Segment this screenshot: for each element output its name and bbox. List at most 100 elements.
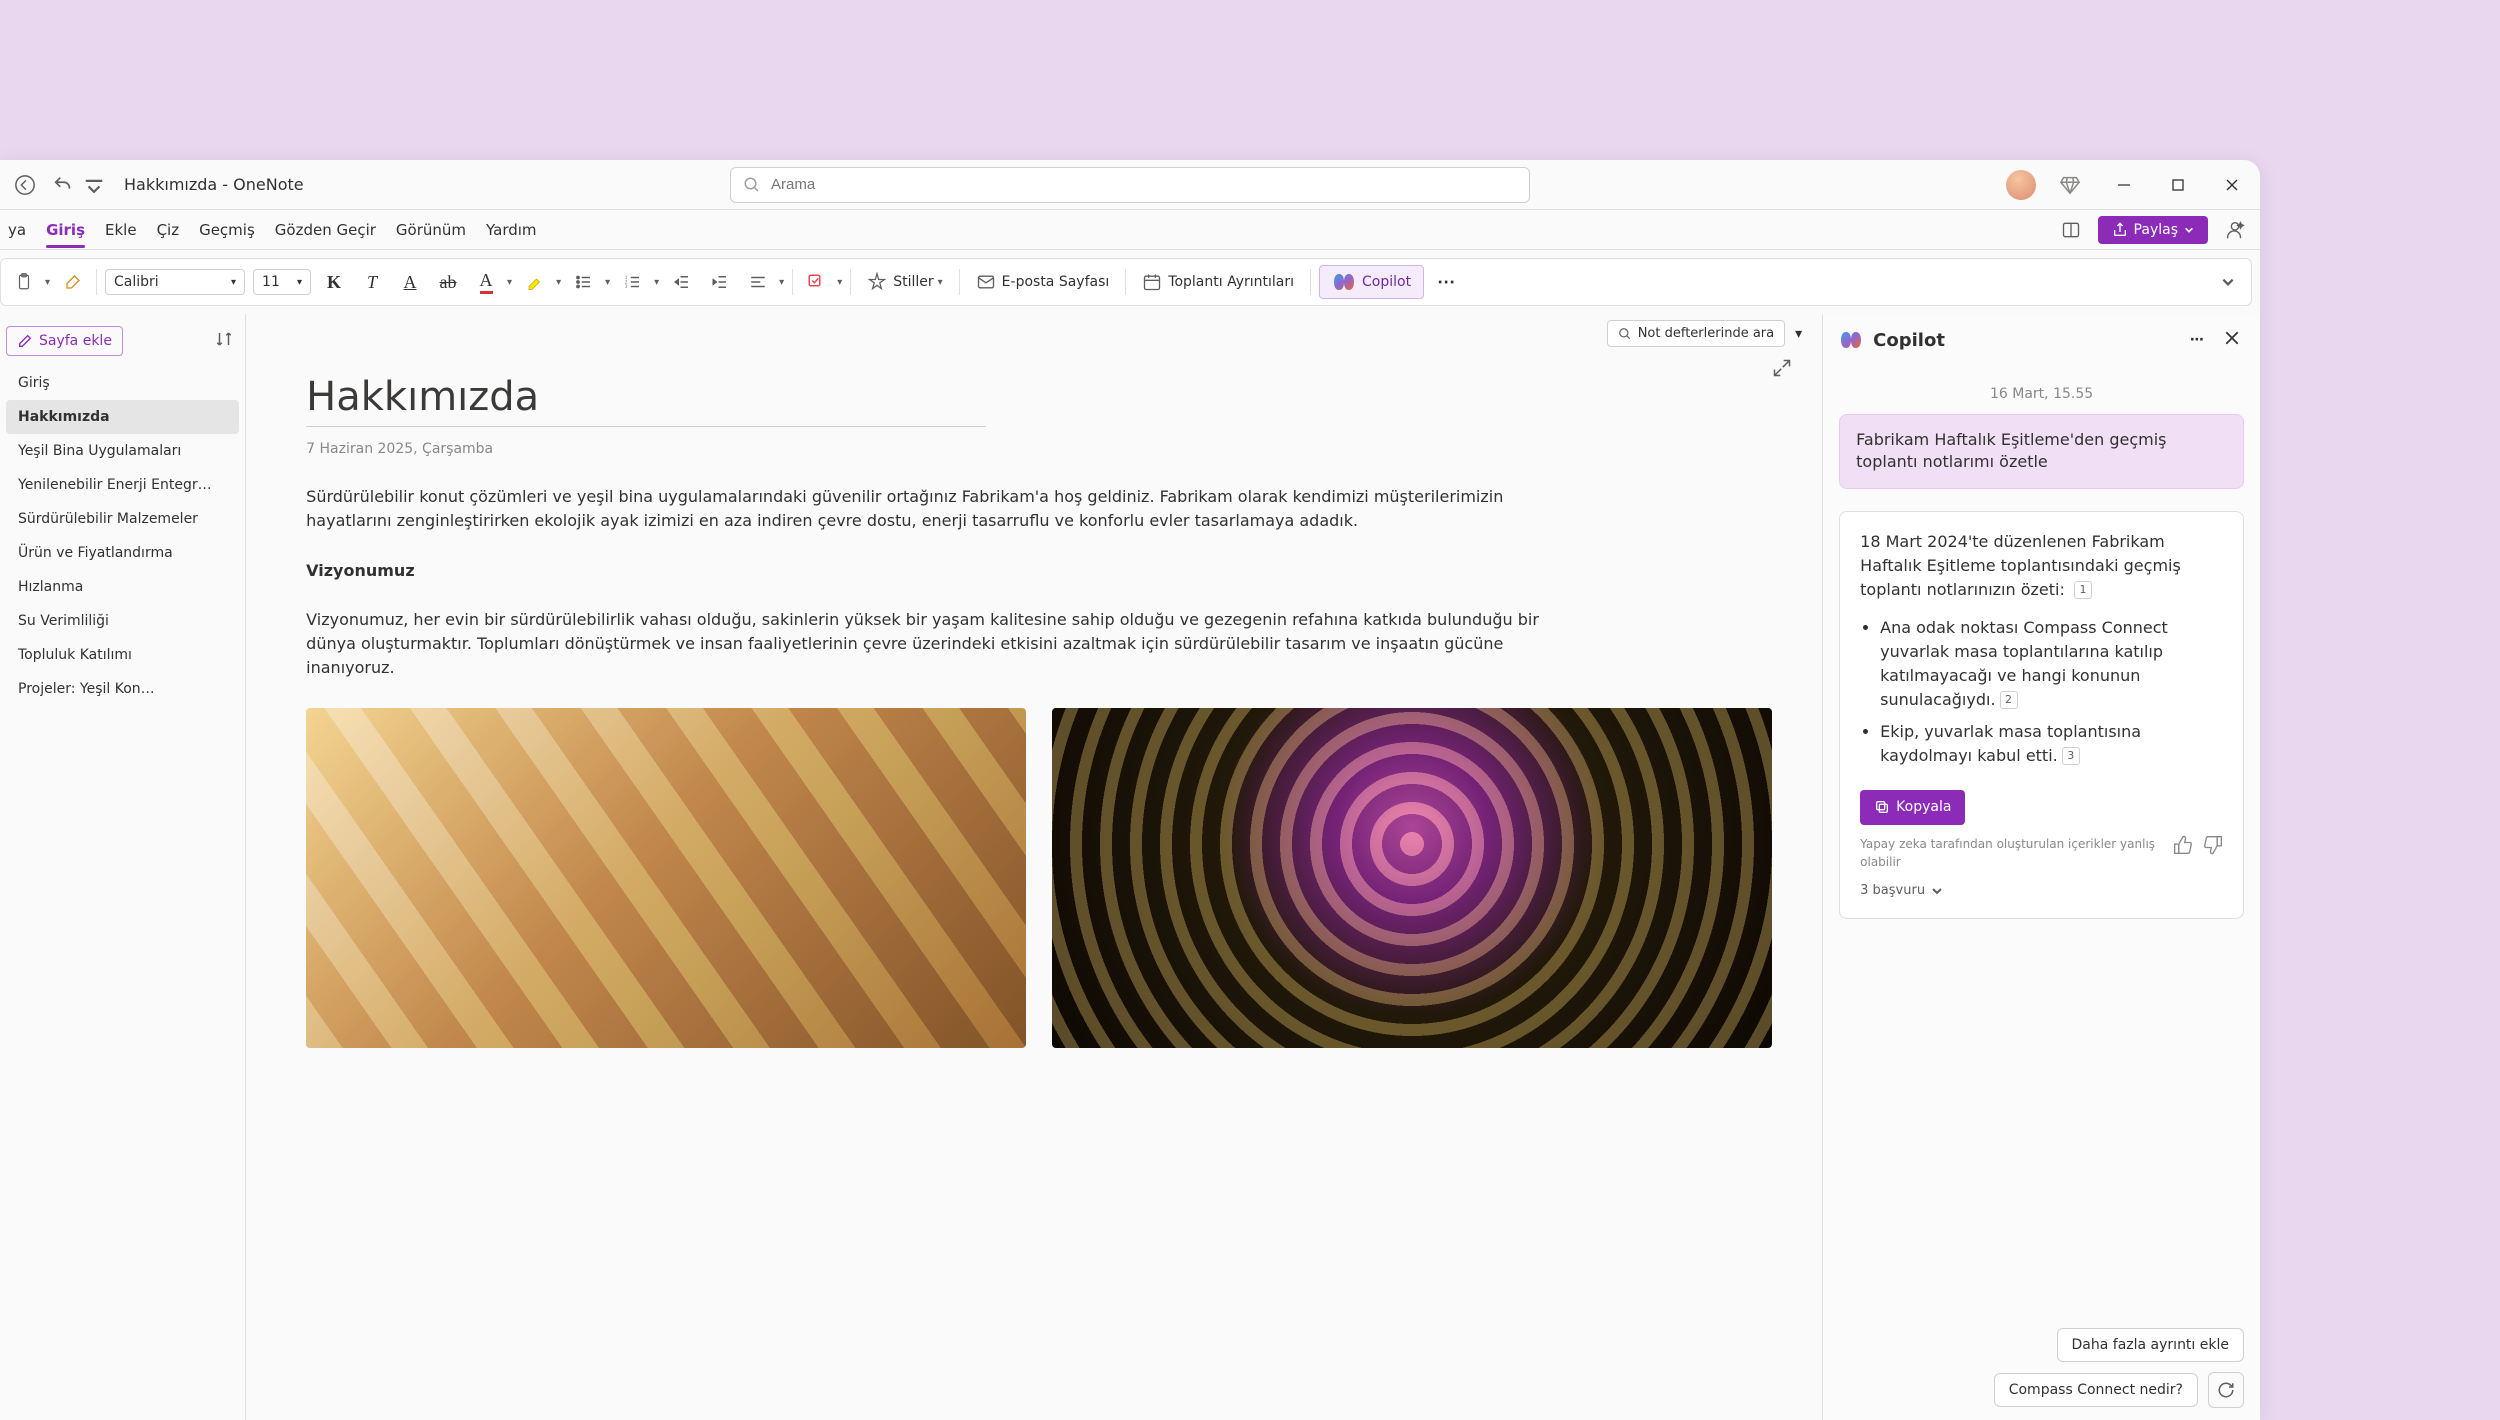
document-body[interactable]: Hakkımızda 7 Haziran 2025, Çarşamba Sürd… — [246, 314, 1822, 1420]
page-list-item[interactable]: Su Verimliliği — [6, 604, 239, 638]
chevron-down-icon[interactable]: ▾ — [837, 277, 842, 288]
chevron-down-icon[interactable]: ▾ — [654, 277, 659, 288]
vision-paragraph[interactable]: Vizyonumuz, her evin bir sürdürülebilirl… — [306, 608, 1586, 680]
ref-badge[interactable]: 1 — [2074, 581, 2092, 599]
ribbon-tab[interactable]: ya — [8, 213, 26, 247]
intro-paragraph[interactable]: Sürdürülebilir konut çözümleri ve yeşil … — [306, 485, 1586, 533]
underline-button[interactable]: A — [395, 267, 425, 297]
back-button[interactable] — [8, 168, 42, 202]
user-avatar[interactable] — [2006, 170, 2036, 200]
more-commands-button[interactable]: ⋯ — [1432, 267, 1462, 297]
page-list-item[interactable]: Topluluk Katılımı — [6, 638, 239, 672]
page-title[interactable]: Hakkımızda — [306, 374, 1772, 420]
bold-button[interactable]: K — [319, 267, 349, 297]
format-painter-button[interactable] — [58, 267, 88, 297]
copilot-close-button[interactable] — [2220, 326, 2244, 354]
add-page-button[interactable]: Sayfa ekle — [6, 326, 123, 356]
search-box[interactable] — [730, 167, 1530, 203]
page-list-item[interactable]: Hakkımızda — [6, 400, 239, 434]
thumbs-down-button[interactable] — [2203, 835, 2223, 862]
vision-heading[interactable]: Vizyonumuz — [306, 561, 1772, 580]
image-dome-architecture[interactable] — [1052, 708, 1772, 1048]
copilot-header: Copilot ⋯ — [1823, 314, 2260, 366]
edit-icon — [17, 333, 33, 349]
calendar-icon — [1142, 272, 1162, 292]
meeting-details-button[interactable]: Toplantı Ayrıntıları — [1134, 268, 1302, 296]
premium-icon[interactable] — [2050, 165, 2090, 205]
canvas-area: Not defterlerinde ara ▾ Hakkımızda 7 Haz… — [246, 314, 1822, 1420]
page-list-item[interactable]: Yeşil Bina Uygulamaları — [6, 434, 239, 468]
reading-view-button[interactable] — [2054, 213, 2088, 247]
customize-qat-button[interactable] — [84, 168, 104, 202]
bullet-list-button[interactable] — [569, 267, 599, 297]
chevron-down-icon[interactable]: ▾ — [605, 277, 610, 288]
copilot-more-button[interactable]: ⋯ — [2186, 328, 2210, 352]
page-list-item[interactable]: Projeler: Yeşil Kon… — [6, 672, 239, 706]
ribbon-tab[interactable]: Gözden Geçir — [275, 213, 376, 247]
chevron-down-icon[interactable]: ▾ — [1795, 326, 1802, 342]
search-notebooks-button[interactable]: Not defterlerinde ara — [1607, 320, 1785, 347]
font-color-button[interactable]: A — [471, 267, 501, 297]
ref-badge[interactable]: 2 — [2000, 691, 2018, 709]
ribbon-tab[interactable]: Giriş — [46, 213, 85, 247]
highlight-button[interactable] — [520, 267, 550, 297]
ribbon-tabs: ya Giriş Ekle Çiz Geçmiş Gözden Geçir Görünüm Y… — [0, 210, 2260, 250]
increase-indent-button[interactable] — [705, 267, 735, 297]
titlebar: Hakkımızda - OneNote — [0, 160, 2260, 210]
share-label: Paylaş — [2134, 222, 2178, 238]
copilot-toolbar-button[interactable]: Copilot — [1319, 265, 1424, 299]
italic-button[interactable]: T — [357, 267, 387, 297]
ribbon-tab[interactable]: Yardım — [486, 213, 537, 247]
expand-button[interactable] — [1772, 358, 1792, 382]
paste-button[interactable] — [9, 267, 39, 297]
styles-icon — [867, 272, 887, 292]
refresh-suggestions-button[interactable] — [2208, 1372, 2244, 1408]
copy-button[interactable]: Kopyala — [1860, 790, 1965, 825]
page-list-item[interactable]: Sürdürülebilir Malzemeler — [6, 502, 239, 536]
page-list-item[interactable]: Ürün ve Fiyatlandırma — [6, 536, 239, 570]
ribbon-tab[interactable]: Ekle — [105, 213, 137, 247]
copilot-pane: Copilot ⋯ 16 Mart, 15.55 Fabrikam Haftal… — [1822, 314, 2260, 1420]
maximize-button[interactable] — [2158, 165, 2198, 205]
page-list-item[interactable]: Yenilenebilir Enerji Entegr… — [6, 468, 239, 502]
suggestion-chip[interactable]: Daha fazla ayrıntı ekle — [2057, 1328, 2244, 1362]
image-wood-architecture[interactable] — [306, 708, 1026, 1048]
thumbs-up-button[interactable] — [2173, 835, 2193, 862]
sort-button[interactable] — [215, 330, 233, 352]
references-toggle[interactable]: 3 başvuru — [1860, 881, 2223, 901]
align-button[interactable] — [743, 267, 773, 297]
todo-tag-button[interactable] — [801, 267, 831, 297]
font-name-select[interactable]: Calibri▾ — [105, 269, 245, 295]
ribbon-tab[interactable]: Geçmiş — [199, 213, 255, 247]
font-size-select[interactable]: 11▾ — [253, 269, 311, 295]
chevron-down-icon[interactable]: ▾ — [556, 277, 561, 288]
chevron-down-icon[interactable]: ▾ — [45, 277, 50, 288]
formatting-toolbar: ▾ Calibri▾ 11▾ K T A ab A ▾ ▾ ▾ 123 ▾ ▾ … — [0, 258, 2252, 306]
chevron-down-icon[interactable]: ▾ — [507, 277, 512, 288]
email-page-button[interactable]: E-posta Sayfası — [968, 268, 1118, 296]
copilot-icon — [1332, 270, 1356, 294]
ribbon-tab[interactable]: Çiz — [157, 213, 180, 247]
minimize-button[interactable] — [2104, 165, 2144, 205]
strikethrough-button[interactable]: ab — [433, 267, 463, 297]
search-icon — [1618, 327, 1632, 341]
page-list-item[interactable]: Giriş — [6, 366, 239, 400]
copy-icon — [1874, 799, 1890, 815]
ref-badge[interactable]: 3 — [2062, 747, 2080, 765]
share-button[interactable]: Paylaş — [2098, 216, 2208, 244]
styles-button[interactable]: Stiller ▾ — [859, 268, 950, 296]
copilot-avatar-button[interactable] — [2218, 213, 2252, 247]
undo-button[interactable] — [46, 168, 80, 202]
suggestions: Daha fazla ayrıntı ekle Compass Connect … — [1839, 1328, 2244, 1420]
chevron-down-icon[interactable]: ▾ — [779, 277, 784, 288]
ai-bullet: Ekip, yuvarlak masa toplantısına kaydolm… — [1880, 720, 2223, 768]
suggestion-chip[interactable]: Compass Connect nedir? — [1994, 1373, 2198, 1407]
close-button[interactable] — [2212, 165, 2252, 205]
ribbon-tab[interactable]: Görünüm — [396, 213, 466, 247]
collapse-ribbon-button[interactable] — [2213, 267, 2243, 297]
search-input[interactable] — [771, 176, 1517, 193]
refresh-icon — [2217, 1381, 2235, 1399]
page-list-item[interactable]: Hızlanma — [6, 570, 239, 604]
numbered-list-button[interactable]: 123 — [618, 267, 648, 297]
decrease-indent-button[interactable] — [667, 267, 697, 297]
